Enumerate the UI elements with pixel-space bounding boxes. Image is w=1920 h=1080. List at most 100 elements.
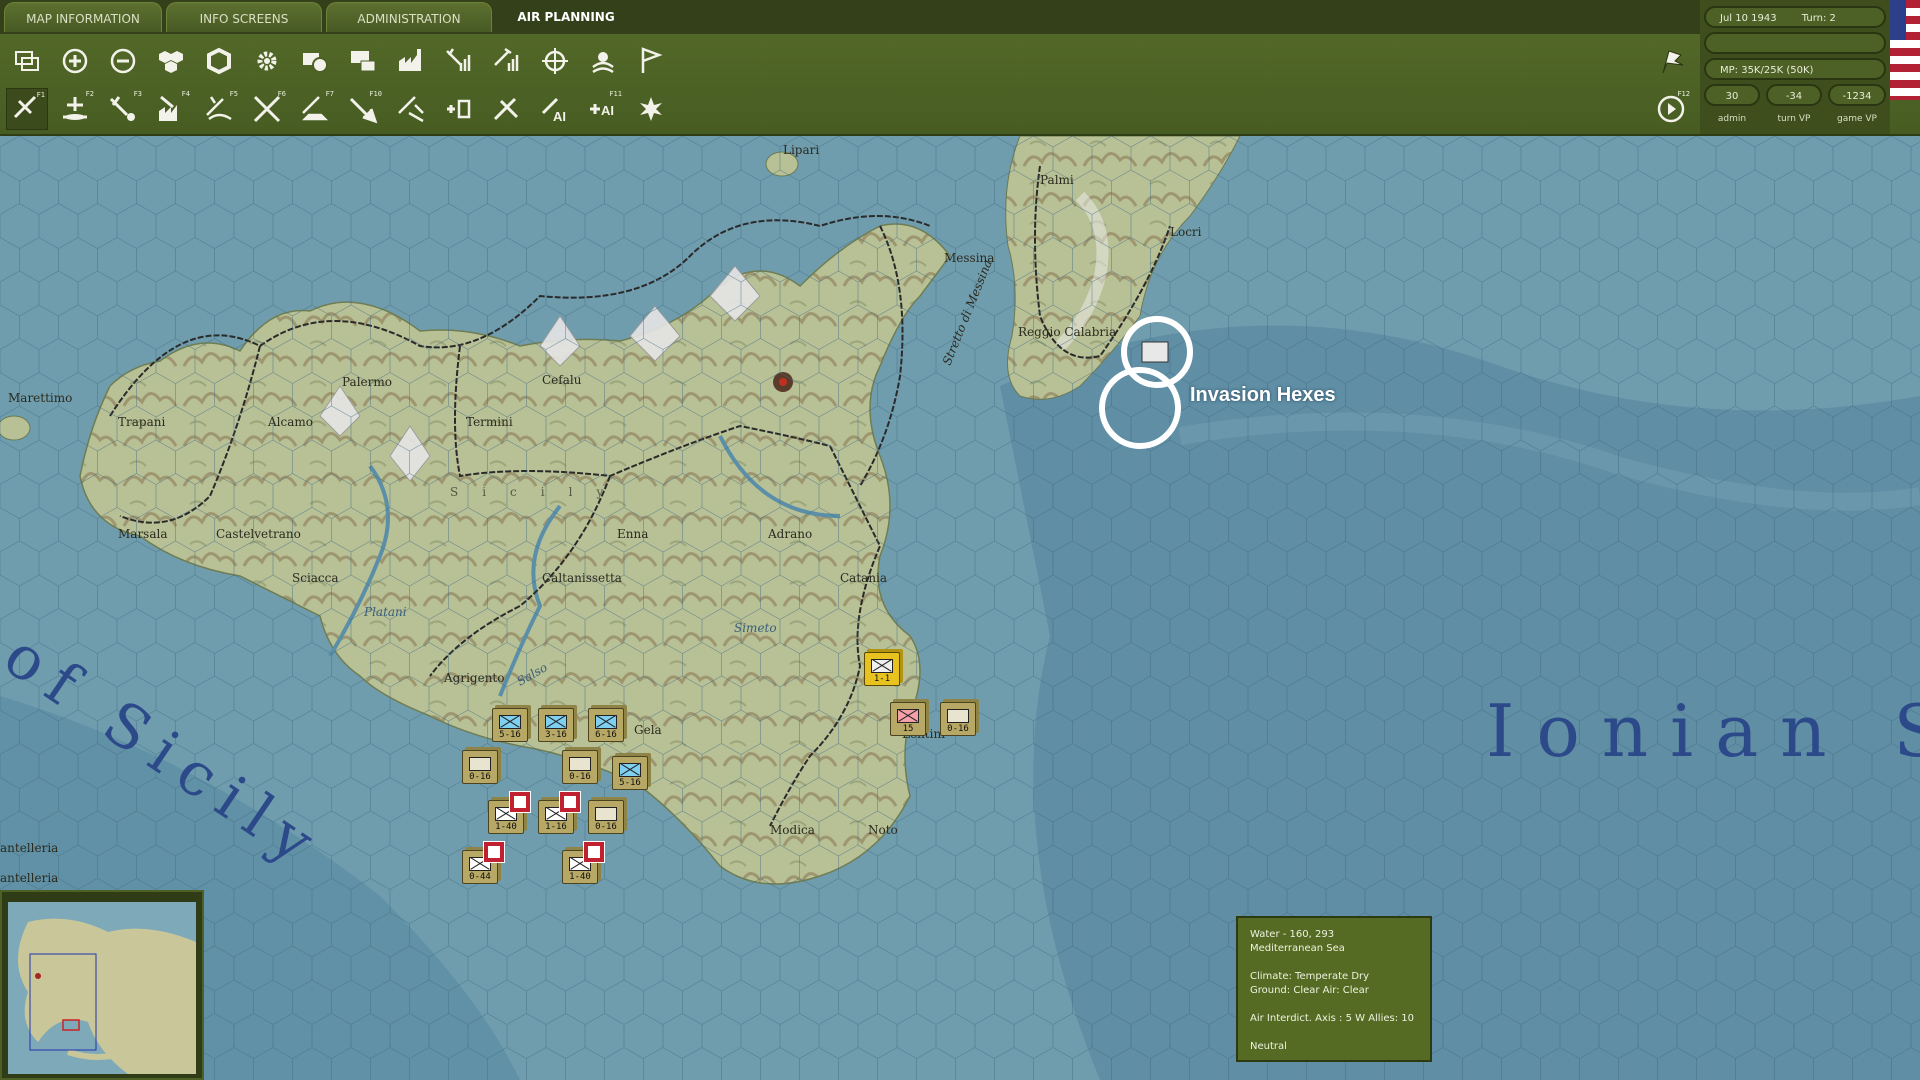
unit-strength: 5-16 bbox=[619, 778, 641, 788]
hex-coords: Water - 160, 293 bbox=[1250, 929, 1335, 940]
unit-counter[interactable]: 1-40 bbox=[488, 791, 531, 834]
interdiction-icon[interactable]: F6 bbox=[246, 88, 288, 130]
recon-icon[interactable] bbox=[390, 88, 432, 130]
place-label: Caltanissetta bbox=[542, 571, 622, 585]
island-label: Sicily bbox=[450, 485, 627, 499]
unit-type-icon bbox=[871, 659, 893, 673]
turn-text: Turn: 2 bbox=[1801, 13, 1836, 24]
unit-strength: 0-16 bbox=[595, 822, 617, 832]
place-label: Sciacca bbox=[292, 571, 339, 585]
ai-air-icon[interactable]: AI bbox=[534, 88, 576, 130]
hex-climate: Climate: Temperate Dry bbox=[1250, 971, 1370, 982]
place-label: Enna bbox=[617, 527, 648, 541]
unit-counter[interactable]: 0-16 bbox=[940, 702, 976, 736]
naval-patrol-icon[interactable]: F5 bbox=[198, 88, 240, 130]
tab-strip: MAP INFORMATION INFO SCREENS ADMINISTRAT… bbox=[0, 0, 1700, 34]
end-turn-icon[interactable] bbox=[1650, 40, 1692, 82]
air-transport-icon[interactable]: F10 bbox=[342, 88, 384, 130]
place-label: Marettimo bbox=[8, 391, 72, 405]
unit-counter[interactable]: 0-16 bbox=[462, 750, 498, 784]
weather-icon[interactable] bbox=[582, 40, 624, 82]
unit-counter[interactable]: 15 bbox=[890, 702, 926, 736]
place-label: Palmi bbox=[1040, 173, 1074, 187]
hex-air-interdiction: Air Interdict. Axis : 5 W Allies: 10 bbox=[1250, 1013, 1414, 1024]
svg-text:AI: AI bbox=[601, 103, 614, 118]
explosion-icon[interactable] bbox=[630, 88, 672, 130]
next-phase-button[interactable]: F12 bbox=[1650, 88, 1692, 130]
game-vp-label: game VP bbox=[1837, 114, 1877, 124]
minimap[interactable] bbox=[0, 890, 204, 1080]
ai-plus-icon[interactable]: AI F11 bbox=[582, 88, 624, 130]
tab-map-information[interactable]: MAP INFORMATION bbox=[4, 2, 162, 32]
unit-type-icon bbox=[897, 709, 919, 723]
date-text: Jul 10 1943 bbox=[1720, 13, 1777, 24]
unit-strength: 6-16 bbox=[595, 730, 617, 740]
unit-box-icon[interactable] bbox=[294, 40, 336, 82]
fkey-label: F7 bbox=[325, 90, 334, 98]
place-label: Platani bbox=[363, 605, 407, 619]
tab-info-screens[interactable]: INFO SCREENS bbox=[166, 2, 322, 32]
windows-icon[interactable] bbox=[6, 40, 48, 82]
unit-counter[interactable]: 1-16 bbox=[538, 791, 581, 834]
factory-icon[interactable] bbox=[390, 40, 432, 82]
tab-air-planning[interactable]: AIR PLANNING bbox=[496, 2, 636, 32]
supply-drop-icon[interactable] bbox=[438, 88, 480, 130]
place-label: Marsala bbox=[118, 527, 167, 541]
unit-counter[interactable]: 1-40 bbox=[562, 841, 605, 884]
unit-counter[interactable]: 3-16 bbox=[538, 708, 574, 742]
game-map[interactable]: Lipari Palmi Messina Reggio Calabria Mar… bbox=[0, 136, 1920, 1080]
port-attack-icon[interactable]: F7 bbox=[294, 88, 336, 130]
unit-counter[interactable]: 0-16 bbox=[562, 750, 598, 784]
place-label: Castelvetrano bbox=[216, 527, 301, 541]
fkey-label: F3 bbox=[133, 90, 142, 98]
admin-label: admin bbox=[1717, 114, 1747, 124]
naval-unit-icon bbox=[509, 791, 531, 813]
gear-icon[interactable] bbox=[246, 40, 288, 82]
flag-icon[interactable] bbox=[630, 40, 672, 82]
place-label: antelleria bbox=[0, 841, 58, 855]
fkey-label: F4 bbox=[181, 90, 190, 98]
place-label: Agrigento bbox=[443, 671, 504, 685]
zoom-in-icon[interactable] bbox=[54, 40, 96, 82]
supply-depot-icon[interactable] bbox=[342, 40, 384, 82]
place-label: Catania bbox=[840, 571, 887, 585]
ground-attack-icon[interactable]: F3 bbox=[102, 88, 144, 130]
place-label: Palermo bbox=[342, 375, 392, 389]
air-target-icon[interactable] bbox=[534, 40, 576, 82]
unit-counter[interactable]: 0-16 bbox=[588, 800, 624, 834]
city-bomb-icon[interactable]: F4 bbox=[150, 88, 192, 130]
date-turn-display: Jul 10 1943 Turn: 2 bbox=[1704, 6, 1886, 28]
unit-strength: 0-16 bbox=[569, 772, 591, 782]
unit-counter[interactable]: 0-44 bbox=[462, 841, 505, 884]
air-mission-icon[interactable]: F1 bbox=[6, 88, 48, 130]
place-label: Noto bbox=[868, 823, 898, 837]
naval-unit-icon bbox=[483, 841, 505, 863]
status-panel: Jul 10 1943 Turn: 2 MP: 35K/25K (50K) 30… bbox=[1700, 0, 1890, 134]
hex-cluster-icon[interactable] bbox=[150, 40, 192, 82]
tab-administration[interactable]: ADMINISTRATION bbox=[326, 2, 492, 32]
hex-region: Mediterranean Sea bbox=[1250, 943, 1345, 954]
airfield-icon[interactable]: F2 bbox=[54, 88, 96, 130]
hex-frame-icon[interactable] bbox=[198, 40, 240, 82]
place-label: Simeto bbox=[734, 621, 777, 635]
unit-counter[interactable]: 5-16 bbox=[612, 756, 648, 790]
place-label: Termini bbox=[466, 415, 513, 429]
turn-vp-value: -34 bbox=[1766, 84, 1822, 106]
unit-strength: 3-16 bbox=[545, 730, 567, 740]
unit-type-icon bbox=[469, 757, 491, 771]
hex-info-tooltip: Water - 160, 293 Mediterranean Sea Clima… bbox=[1236, 916, 1432, 1062]
unit-counter[interactable]: 1-1 bbox=[864, 652, 900, 686]
unit-type-icon bbox=[595, 715, 617, 729]
air-transfer-icon[interactable] bbox=[486, 40, 528, 82]
unit-counter[interactable]: 6-16 bbox=[588, 708, 624, 742]
turn-vp-label: turn VP bbox=[1777, 114, 1811, 124]
unit-counter[interactable]: 5-16 bbox=[492, 708, 528, 742]
zoom-out-icon[interactable] bbox=[102, 40, 144, 82]
place-label: Locri bbox=[1170, 225, 1202, 239]
place-label: Modica bbox=[770, 823, 815, 837]
place-label: Gela bbox=[634, 723, 662, 737]
place-label: Reggio Calabria bbox=[1018, 325, 1116, 339]
fighter-sweep-icon[interactable] bbox=[486, 88, 528, 130]
admin-points-value: 30 bbox=[1704, 84, 1760, 106]
air-strength-icon[interactable] bbox=[438, 40, 480, 82]
